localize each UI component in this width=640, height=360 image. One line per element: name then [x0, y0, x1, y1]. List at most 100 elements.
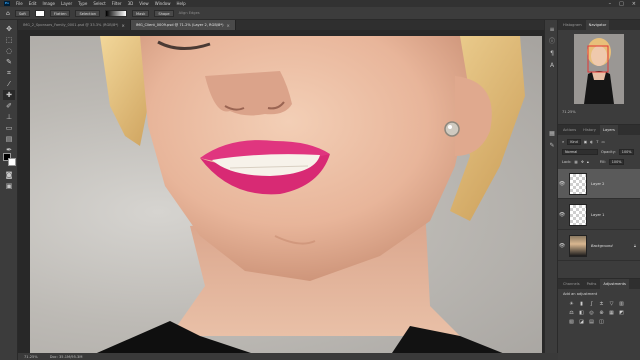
hue-icon[interactable]: ▥	[618, 301, 625, 307]
zoom-level[interactable]: 71.25%	[24, 355, 38, 359]
quick-select-tool-icon[interactable]: ✎	[3, 57, 15, 67]
option-flatten[interactable]: Flatten	[49, 9, 71, 17]
filter-shape-icon[interactable]: ▭	[601, 140, 604, 144]
visibility-eye-icon[interactable]: 👁︎	[558, 243, 566, 249]
posterize-icon[interactable]: ▧	[568, 319, 575, 325]
close-tab-icon[interactable]: ×	[227, 23, 230, 28]
menu-file[interactable]: File	[16, 1, 23, 6]
menu-type[interactable]: Type	[78, 1, 87, 6]
threshold-icon[interactable]: ◪	[578, 319, 585, 325]
paragraph-icon[interactable]: ¶	[548, 50, 556, 58]
option-mask[interactable]: Mask	[132, 9, 150, 17]
lookup-icon[interactable]: ▦	[608, 310, 615, 316]
color-balance-icon[interactable]: ⚖	[568, 310, 575, 316]
marquee-tool-icon[interactable]: ⬚	[3, 35, 15, 45]
background-color[interactable]	[8, 158, 16, 166]
color-swatch[interactable]	[34, 9, 45, 17]
filter-adjustment-icon[interactable]: ◐	[590, 140, 593, 144]
photoshop-logo: Ps	[4, 1, 10, 6]
portrait-photo[interactable]	[30, 36, 542, 353]
filter-type-icon[interactable]: T	[596, 140, 598, 144]
option-selection[interactable]: Selection	[75, 9, 101, 17]
menu-3d[interactable]: 3D	[128, 1, 134, 6]
lock-position-icon[interactable]: ✥	[581, 160, 584, 164]
option-shape[interactable]: Shape	[154, 9, 174, 17]
brush-tool-icon[interactable]: ✐	[3, 101, 15, 111]
menu-edit[interactable]: Edit	[29, 1, 37, 6]
maximize-icon[interactable]: □	[619, 1, 624, 7]
gradient-swatch[interactable]	[105, 9, 128, 17]
bw-icon[interactable]: ◧	[578, 310, 585, 316]
layer-name[interactable]: Background	[591, 244, 613, 248]
tab-document-1[interactable]: IMG_2_Sponsors_Family_0001.psd @ 33.3% (…	[18, 20, 131, 30]
crop-tool-icon[interactable]: ⌗	[3, 68, 15, 78]
filter-pixel-icon[interactable]: ▣	[584, 140, 587, 144]
layer-name[interactable]: Layer 2	[591, 182, 604, 186]
tab-layers[interactable]: Layers	[599, 125, 618, 135]
photo-filter-icon[interactable]: ◎	[588, 310, 595, 316]
healing-brush-tool-icon[interactable]: ✚	[3, 90, 15, 100]
tab-adjustments[interactable]: Adjustments	[600, 279, 629, 289]
menu-window[interactable]: Window	[155, 1, 171, 6]
tab-history[interactable]: History	[580, 125, 599, 135]
screen-mode-icon[interactable]: ▣	[3, 181, 15, 191]
visibility-eye-icon[interactable]: 👁︎	[558, 212, 566, 218]
menu-view[interactable]: View	[139, 1, 149, 6]
eraser-tool-icon[interactable]: ▭	[3, 123, 15, 133]
layers-tabs: Actions History Layers	[558, 125, 640, 135]
layer-row-layer-2[interactable]: 👁︎ Layer 2	[558, 169, 640, 199]
eyedropper-tool-icon[interactable]: ⁄	[3, 79, 15, 89]
selective-color-icon[interactable]: ◫	[598, 319, 605, 325]
home-icon[interactable]: ⌂	[6, 10, 10, 17]
tab-paths[interactable]: Paths	[584, 279, 600, 289]
blend-mode-select[interactable]: Normal	[562, 148, 598, 155]
info-icon[interactable]: ⓘ	[548, 38, 556, 46]
swatches-icon[interactable]: ▦	[548, 130, 556, 138]
menu-filter[interactable]: Filter	[112, 1, 122, 6]
menu-help[interactable]: Help	[176, 1, 185, 6]
close-tab-icon[interactable]: ×	[121, 23, 124, 28]
tab-actions[interactable]: Actions	[560, 125, 579, 135]
gradient-map-icon[interactable]: ▤	[588, 319, 595, 325]
fill-field[interactable]: 100%	[608, 158, 625, 165]
levels-icon[interactable]: ▮	[578, 301, 585, 307]
layer-lock-icon[interactable]: 🔒︎	[634, 243, 636, 248]
lasso-tool-icon[interactable]: ◌	[3, 46, 15, 56]
gradient-tool-icon[interactable]: ▤	[3, 134, 15, 144]
menu-select[interactable]: Select	[93, 1, 105, 6]
canvas-area[interactable]	[18, 30, 558, 353]
brushes-icon[interactable]: ✎	[548, 142, 556, 150]
menu-layer[interactable]: Layer	[61, 1, 72, 6]
curves-icon[interactable]: ∫	[588, 301, 595, 307]
tab-channels[interactable]: Channels	[560, 279, 583, 289]
layer-name[interactable]: Layer 1	[591, 213, 604, 217]
channel-mixer-icon[interactable]: ⊕	[598, 310, 605, 316]
kind-filter[interactable]: Kind	[567, 138, 581, 145]
close-icon[interactable]: ×	[632, 1, 636, 7]
minimize-icon[interactable]: –	[609, 1, 612, 7]
status-bar: 71.25% Doc: 35.1M/95.3M	[18, 353, 558, 360]
exposure-icon[interactable]: ±	[598, 301, 605, 307]
vibrance-icon[interactable]: ▽	[608, 301, 615, 307]
navigator-thumbnail[interactable]	[574, 34, 624, 104]
brightness-icon[interactable]: ☀	[568, 301, 575, 307]
option-soft[interactable]: Soft	[14, 9, 30, 17]
menu-image[interactable]: Image	[42, 1, 55, 6]
color-picker[interactable]	[3, 153, 17, 167]
tab-document-2[interactable]: IMG_Client_0009.psd @ 71.2% (Layer 2, RG…	[130, 20, 236, 30]
character-icon[interactable]: A	[548, 62, 556, 70]
layer-row-background[interactable]: 👁︎ Background 🔒︎	[558, 231, 640, 261]
move-tool-icon[interactable]: ✥	[3, 24, 15, 34]
quick-mask-icon[interactable]: ◙	[3, 170, 15, 180]
opacity-field[interactable]: 100%	[618, 148, 635, 155]
lock-all-icon[interactable]: 🔒︎	[587, 160, 589, 164]
navigator-zoom[interactable]: 71.25%	[562, 110, 576, 114]
invert-icon[interactable]: ◩	[618, 310, 625, 316]
tab-navigator[interactable]: Navigator	[585, 20, 610, 30]
layer-row-layer-1[interactable]: 👁︎ Layer 1	[558, 200, 640, 230]
properties-icon[interactable]: ≡	[548, 26, 556, 34]
lock-pixels-icon[interactable]: ▦	[574, 160, 577, 164]
visibility-eye-icon[interactable]: 👁︎	[558, 181, 566, 187]
clone-stamp-tool-icon[interactable]: ⊥	[3, 112, 15, 122]
tab-histogram[interactable]: Histogram	[560, 20, 585, 30]
